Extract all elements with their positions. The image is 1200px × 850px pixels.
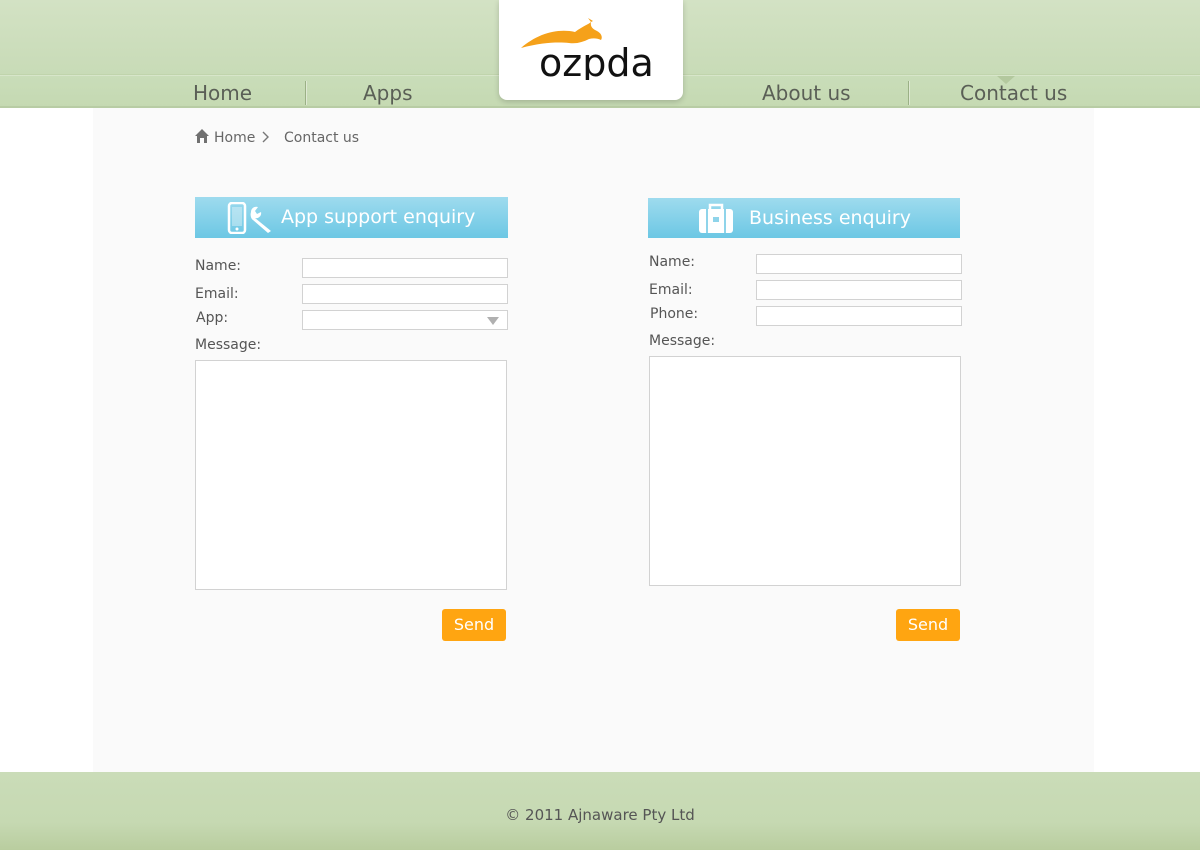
business-phone-label: Phone: [650,306,699,322]
business-send-button[interactable]: Send [896,609,960,641]
copyright-text: © 2011 Ajnaware Pty Ltd [505,806,695,824]
nav-item-home[interactable]: Home [193,80,252,106]
business-title: Business enquiry [749,207,911,229]
business-message-label: Message: [649,333,716,349]
business-email-label: Email: [649,282,693,298]
briefcase-icon [698,202,734,239]
nav-item-apps[interactable]: Apps [363,80,413,106]
app-support-title: App support enquiry [281,206,476,228]
app-support-name-input[interactable] [302,258,508,278]
ozpda-logo: ozpda [521,18,654,80]
business-email-input[interactable] [756,280,962,300]
nav-separator [908,81,909,105]
site-footer: © 2011 Ajnaware Pty Ltd [0,772,1200,850]
business-message-textarea[interactable] [649,356,961,586]
business-name-input[interactable] [756,254,962,274]
dropdown-arrow-icon [487,317,499,325]
app-support-email-label: Email: [195,286,239,302]
business-name-label: Name: [649,254,696,270]
active-nav-indicator [997,76,1015,84]
app-support-header: App support enquiry [195,197,508,238]
app-support-message-label: Message: [195,337,262,353]
nav-item-about-us[interactable]: About us [762,80,851,106]
home-icon[interactable] [194,128,210,148]
app-support-send-button[interactable]: Send [442,609,506,641]
business-phone-input[interactable] [756,306,962,326]
logo-container[interactable]: ozpda [499,0,683,100]
business-header: Business enquiry [648,198,960,238]
phone-wrench-icon [227,201,275,239]
nav-separator [305,81,306,105]
logo-text: ozpda [539,41,654,80]
app-support-app-label: App: [196,310,229,326]
app-support-message-textarea[interactable] [195,360,507,590]
app-select-dropdown[interactable] [302,310,508,330]
breadcrumb-current: Contact us [284,130,360,146]
chevron-right-icon [262,131,270,147]
breadcrumb-home-link[interactable]: Home [214,130,255,146]
app-support-email-input[interactable] [302,284,508,304]
app-support-name-label: Name: [195,258,242,274]
